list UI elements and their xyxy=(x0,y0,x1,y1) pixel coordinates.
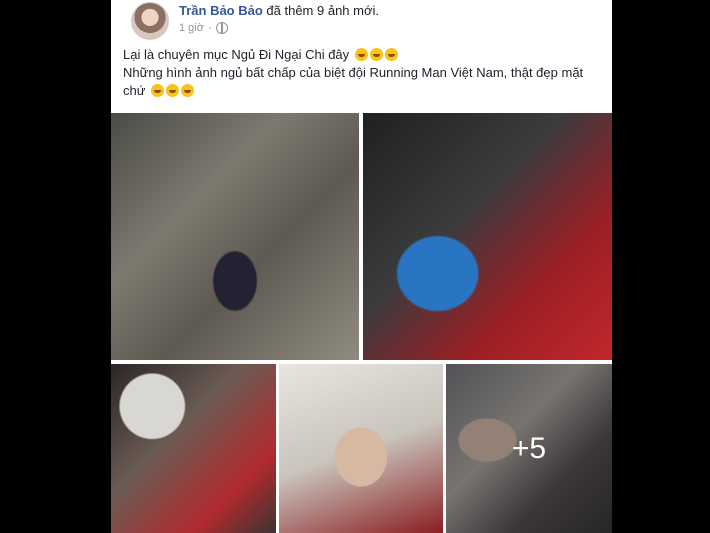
photo-gallery: +5 xyxy=(111,113,612,533)
post-text-line-1: Lại là chuyên mục Ngủ Đi Ngại Chi đây xyxy=(123,46,601,64)
post-meta: 1 giờ · xyxy=(179,22,228,34)
photo-1[interactable] xyxy=(111,113,359,360)
globe-icon[interactable] xyxy=(215,22,228,34)
post-action-text: đã thêm 9 ảnh mới. xyxy=(262,3,379,18)
laughing-emoji-icon xyxy=(166,84,180,97)
author-avatar[interactable] xyxy=(131,2,169,40)
laughing-emoji-icon xyxy=(384,48,398,61)
post-text: Lại là chuyên mục Ngủ Đi Ngại Chi đây Nh… xyxy=(123,46,601,100)
photo-3[interactable] xyxy=(111,364,276,533)
more-photos-count: +5 xyxy=(511,431,547,465)
post-text-line-2: Những hình ảnh ngủ bất chấp của biệt đội… xyxy=(123,64,601,100)
post-title-line: Trần Bảo Bảo đã thêm 9 ảnh mới. xyxy=(179,3,379,18)
laughing-emoji-icon xyxy=(354,48,368,61)
author-name-link[interactable]: Trần Bảo Bảo xyxy=(179,3,263,18)
facebook-post: Trần Bảo Bảo đã thêm 9 ảnh mới. 1 giờ · … xyxy=(111,0,612,533)
post-text-line-1-content: Lại là chuyên mục Ngủ Đi Ngại Chi đây xyxy=(123,47,350,62)
photo-2[interactable] xyxy=(363,113,612,360)
photo-5-more[interactable]: +5 xyxy=(446,364,612,533)
laughing-emoji-icon xyxy=(151,84,165,97)
laughing-emoji-icon xyxy=(369,48,383,61)
meta-separator: · xyxy=(207,22,212,34)
post-header: Trần Bảo Bảo đã thêm 9 ảnh mới. 1 giờ · xyxy=(121,0,601,40)
laughing-emoji-icon xyxy=(181,84,195,97)
post-time-link[interactable]: 1 giờ xyxy=(179,22,204,34)
photo-4[interactable] xyxy=(279,364,443,533)
